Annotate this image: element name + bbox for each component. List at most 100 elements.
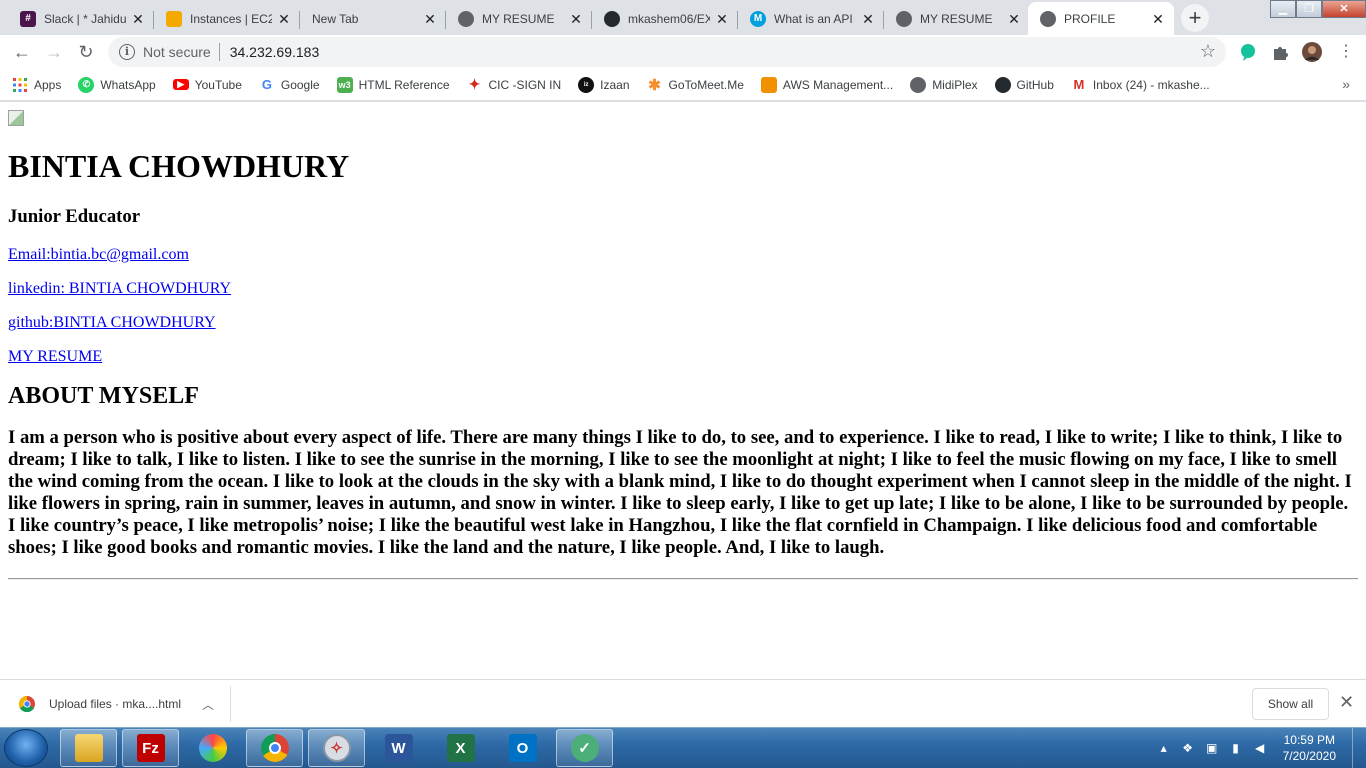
clock[interactable]: 10:59 PM 7/20/2020 <box>1283 732 1336 764</box>
excel-icon: X <box>446 734 475 762</box>
forward-button[interactable]: → <box>40 38 68 66</box>
bookmark-label: HTML Reference <box>358 77 450 92</box>
bookmark-html-reference[interactable]: w3 HTML Reference <box>336 76 450 93</box>
tab-title: MY RESUME <box>920 11 993 26</box>
back-button[interactable]: ← <box>8 38 36 66</box>
bookmark-apps[interactable]: Apps <box>12 77 61 93</box>
tab-title: Slack | * Jahidul <box>44 11 126 26</box>
bookmarks-overflow-icon[interactable]: » <box>1342 76 1350 92</box>
tab-title: What is an API <box>774 11 853 26</box>
bookmark-midiplex[interactable]: MidiPlex <box>910 76 978 93</box>
google-icon: G <box>261 77 272 92</box>
bookmark-inbox[interactable]: M Inbox (24) - mkashe... <box>1071 77 1209 93</box>
bookmark-star-icon[interactable]: ☆ <box>1200 41 1216 62</box>
taskbar-safari[interactable]: ✧ <box>308 729 365 767</box>
reload-button[interactable]: ↻ <box>72 38 100 66</box>
chrome-menu-icon[interactable]: ⋮ <box>1332 38 1360 66</box>
globe-icon <box>458 10 474 27</box>
aws-cube-icon <box>760 76 777 93</box>
bookmark-label: WhatsApp <box>100 77 156 92</box>
close-icon[interactable]: ✕ <box>714 11 730 27</box>
tab-new-tab[interactable]: New Tab ✕ <box>300 2 446 35</box>
show-desktop-button[interactable] <box>1352 728 1366 768</box>
taskbar-explorer[interactable] <box>60 729 117 767</box>
bookmark-github[interactable]: GitHub <box>994 76 1054 93</box>
windows-taskbar: Fz ✧ W X O ✓ ▴ ❖ ▣ ▮ ◀ 10:59 PM 7/20/202… <box>0 727 1366 768</box>
github-icon <box>604 10 620 27</box>
chevron-up-icon[interactable]: ▴ <box>1157 741 1171 755</box>
extensions-puzzle-icon[interactable] <box>1270 42 1290 62</box>
bookmark-label: Apps <box>34 77 62 92</box>
close-icon[interactable]: ✕ <box>568 11 584 27</box>
close-icon[interactable]: ✕ <box>1006 11 1022 27</box>
profile-avatar[interactable] <box>1302 42 1322 62</box>
bookmark-google[interactable]: G Google <box>259 77 320 93</box>
taskbar-filezilla[interactable]: Fz <box>122 729 179 767</box>
new-tab-button[interactable]: + <box>1181 4 1209 32</box>
taskbar-outlook[interactable]: O <box>494 729 551 767</box>
bookmark-label: YouTube <box>194 77 242 92</box>
volume-icon[interactable]: ◀ <box>1253 741 1267 755</box>
taskbar-word[interactable]: W <box>370 729 427 767</box>
minimize-button[interactable]: ▁ <box>1270 0 1296 18</box>
maple-leaf-icon: ✦ <box>468 76 481 92</box>
bookmark-izaan[interactable]: iz Izaan <box>578 76 630 93</box>
tab-what-is-api[interactable]: M What is an API ✕ <box>738 2 884 35</box>
maximize-button[interactable]: ❐ <box>1296 0 1322 18</box>
clock-time: 10:59 PM <box>1283 733 1335 747</box>
bookmark-cic-sign-in[interactable]: ✦ CIC -SIGN IN <box>467 76 562 93</box>
color-ring-icon <box>198 734 227 762</box>
dropbox-icon[interactable]: ❖ <box>1181 741 1195 755</box>
bookmarks-bar: Apps ✆ WhatsApp ▶ YouTube G Google w3 HT… <box>0 69 1366 101</box>
taskbar-chrome[interactable] <box>246 729 303 767</box>
address-bar[interactable]: i Not secure 34.232.69.183 ☆ <box>108 37 1226 67</box>
tab-my-resume-2[interactable]: MY RESUME ✕ <box>884 2 1030 35</box>
taskbar-app-ring[interactable] <box>184 729 241 767</box>
taskbar-checkmark-app[interactable]: ✓ <box>556 729 613 767</box>
tab-my-resume[interactable]: MY RESUME ✕ <box>446 2 592 35</box>
broken-image-icon <box>8 110 24 126</box>
bookmark-whatsapp[interactable]: ✆ WhatsApp <box>78 76 156 93</box>
bookmark-label: MidiPlex <box>932 77 978 92</box>
github-icon <box>994 76 1011 93</box>
tab-slack[interactable]: # Slack | * Jahidul ✕ <box>8 2 154 35</box>
start-button[interactable] <box>4 729 48 767</box>
tab-strip: # Slack | * Jahidul ✕ Instances | EC2 ✕ … <box>0 0 1366 35</box>
checkmark-icon: ✓ <box>570 734 599 762</box>
linkedin-link[interactable]: linkedin: BINTIA CHOWDHURY <box>8 280 1358 298</box>
email-link[interactable]: Email:bintia.bc@gmail.com <box>8 246 1358 264</box>
close-icon[interactable]: ✕ <box>276 11 292 27</box>
grammarly-icon[interactable] <box>1238 42 1258 62</box>
chevron-up-icon[interactable]: ︿ <box>202 696 214 713</box>
close-icon[interactable]: ✕ <box>860 11 876 27</box>
download-bar: Upload files · mka....html ︿ Show all ✕ <box>0 679 1366 727</box>
show-all-button[interactable]: Show all <box>1252 688 1329 720</box>
bookmark-label: GitHub <box>1016 77 1054 92</box>
page-title: BINTIA CHOWDHURY <box>8 148 350 184</box>
bookmark-gotomeet[interactable]: ✱ GoToMeet.Me <box>647 77 744 94</box>
close-icon[interactable]: ✕ <box>1339 692 1354 713</box>
gmail-icon: M <box>1073 77 1085 92</box>
url-text[interactable]: 34.232.69.183 <box>230 44 320 60</box>
tab-instances-ec2[interactable]: Instances | EC2 ✕ <box>154 2 300 35</box>
download-item[interactable]: Upload files · mka....html ︿ <box>0 686 231 722</box>
device-icon[interactable]: ▣ <box>1205 741 1219 755</box>
close-icon[interactable]: ✕ <box>1150 11 1166 27</box>
bookmark-label: Google <box>280 77 320 92</box>
download-file-name: Upload files · mka....html <box>49 697 182 711</box>
network-signal-icon[interactable]: ▮ <box>1229 741 1243 755</box>
tab-github[interactable]: mkashem06/EX ✕ <box>592 2 738 35</box>
bookmark-aws-management[interactable]: AWS Management... <box>760 76 893 93</box>
github-link[interactable]: github:BINTIA CHOWDHURY <box>8 314 1358 332</box>
close-icon[interactable]: ✕ <box>422 11 438 27</box>
outlook-icon: O <box>508 734 537 762</box>
resume-link[interactable]: MY RESUME <box>8 348 1358 366</box>
close-icon[interactable]: ✕ <box>130 11 146 27</box>
tab-profile[interactable]: PROFILE ✕ <box>1028 2 1174 35</box>
bookmark-youtube[interactable]: ▶ YouTube <box>172 77 242 92</box>
tab-title: Instances | EC2 <box>190 11 272 26</box>
window-close-button[interactable]: ✕ <box>1322 0 1366 18</box>
taskbar-excel[interactable]: X <box>432 729 489 767</box>
chrome-icon <box>260 734 289 762</box>
info-icon[interactable]: i <box>119 44 135 60</box>
